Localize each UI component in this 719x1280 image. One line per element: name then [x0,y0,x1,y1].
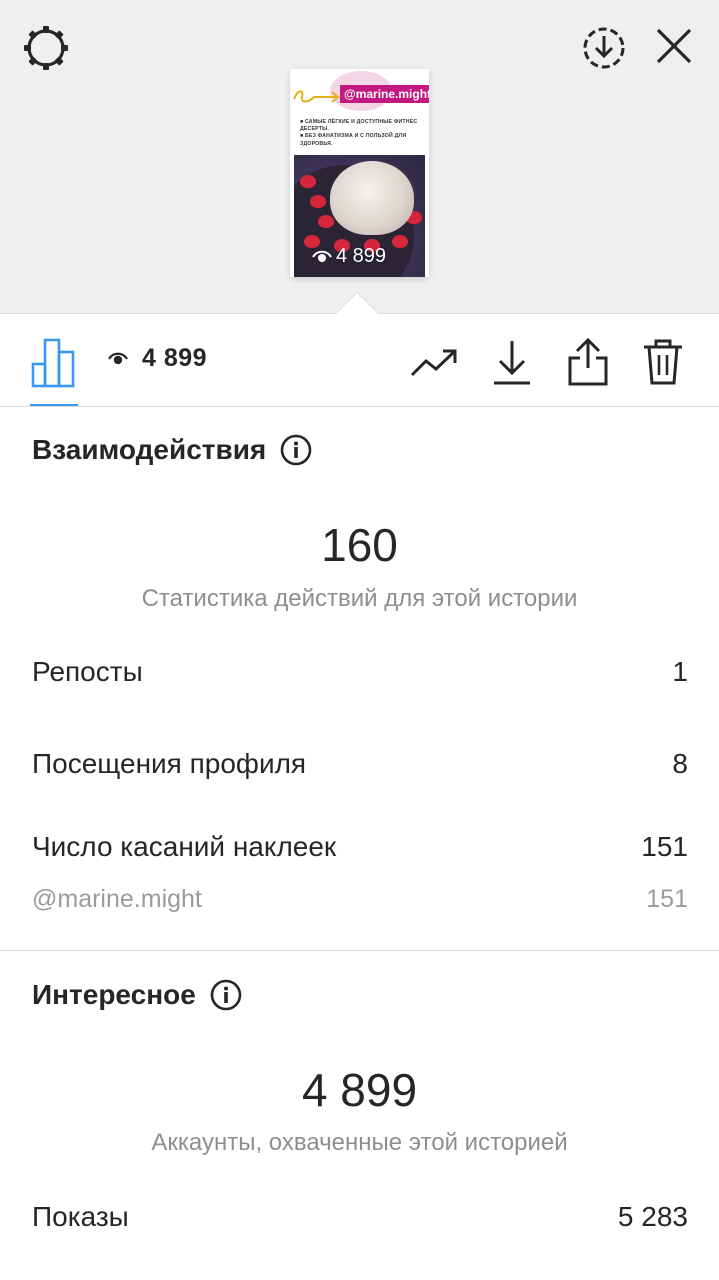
metric-row-impressions: Показы 5 283 [32,1201,688,1233]
trash-icon [644,339,682,385]
download-circle-icon [583,27,625,69]
dessert [330,161,414,235]
close-button[interactable] [650,22,698,70]
discovery-section-title: Интересное [32,979,242,1011]
metric-value: 151 [641,831,688,862]
metric-label: Посещения профиля [32,748,307,779]
metric-row-profile-visits: Посещения профиля 8 [32,748,688,780]
eye-icon [312,250,332,262]
metric-row-sticker-taps: Число касаний наклеек 151 [32,831,688,863]
viewer-count: 4 899 [142,344,208,372]
metric-value: 8 [672,748,688,779]
story-caption-line: ■ Самые лёгкие и доступные фитнес десерт… [300,119,418,133]
section-title: Интересное [32,979,196,1010]
metric-label: Число касаний наклеек [32,831,337,862]
strawberry [310,195,326,208]
settings-gear-icon [24,26,68,70]
discovery-total: 4 899 [301,1064,418,1116]
story-caption: ■ Самые лёгкие и доступные фитнес десерт… [300,119,422,148]
insights-toolbar: 4 899 [0,330,719,406]
info-icon[interactable] [280,434,312,466]
tab-insights[interactable] [30,336,78,388]
download-icon [494,341,530,385]
strawberry [392,235,408,248]
tab-viewers[interactable]: 4 899 [108,344,207,373]
discovery-subtitle: Аккаунты, охваченные этой историей [151,1129,568,1156]
story-view-count-label: 4 899 [336,245,387,267]
share-icon [568,337,608,386]
story-handle-sticker: @marine.might [340,85,429,103]
metric-label: Репосты [32,656,143,687]
strawberry [300,175,316,188]
close-icon [656,28,692,64]
story-header-area: @marine.might ■ Самые лёгкие и доступные… [290,69,429,155]
section-title: Взаимодействия [32,434,267,465]
strawberry [318,215,334,228]
interactions-subtitle: Статистика действий для этой истории [141,585,578,612]
story-view-count: 4 899 [312,245,386,268]
metric-value: 151 [646,885,688,913]
story-caption-line: ■ Без фанатизма и с пользой для здоровья… [300,133,407,147]
share-button[interactable] [562,334,614,390]
delete-button[interactable] [637,334,689,390]
interactions-section-title: Взаимодействия [32,434,312,466]
story-thumbnail[interactable]: @marine.might ■ Самые лёгкие и доступные… [290,69,429,277]
metric-value: 1 [672,656,688,687]
metric-subrow-mention-sticker[interactable]: @marine.might 151 [32,885,688,914]
metric-value: 5 283 [617,1201,688,1232]
section-divider [0,950,719,951]
interactions-total: 160 [321,519,398,571]
download-button[interactable] [486,334,538,390]
bar-chart-icon [31,338,75,388]
arrow-doodle-icon [293,90,340,103]
trend-icon [410,349,457,377]
eye-icon [108,352,128,364]
info-icon[interactable] [210,979,242,1011]
toolbar-divider [0,406,719,407]
settings-button[interactable] [20,22,72,74]
metric-row-reposts: Репосты 1 [32,656,688,688]
metric-label: @marine.might [32,885,202,913]
promote-button[interactable] [408,334,460,390]
metric-label: Показы [32,1201,129,1232]
save-story-button[interactable] [578,22,630,74]
